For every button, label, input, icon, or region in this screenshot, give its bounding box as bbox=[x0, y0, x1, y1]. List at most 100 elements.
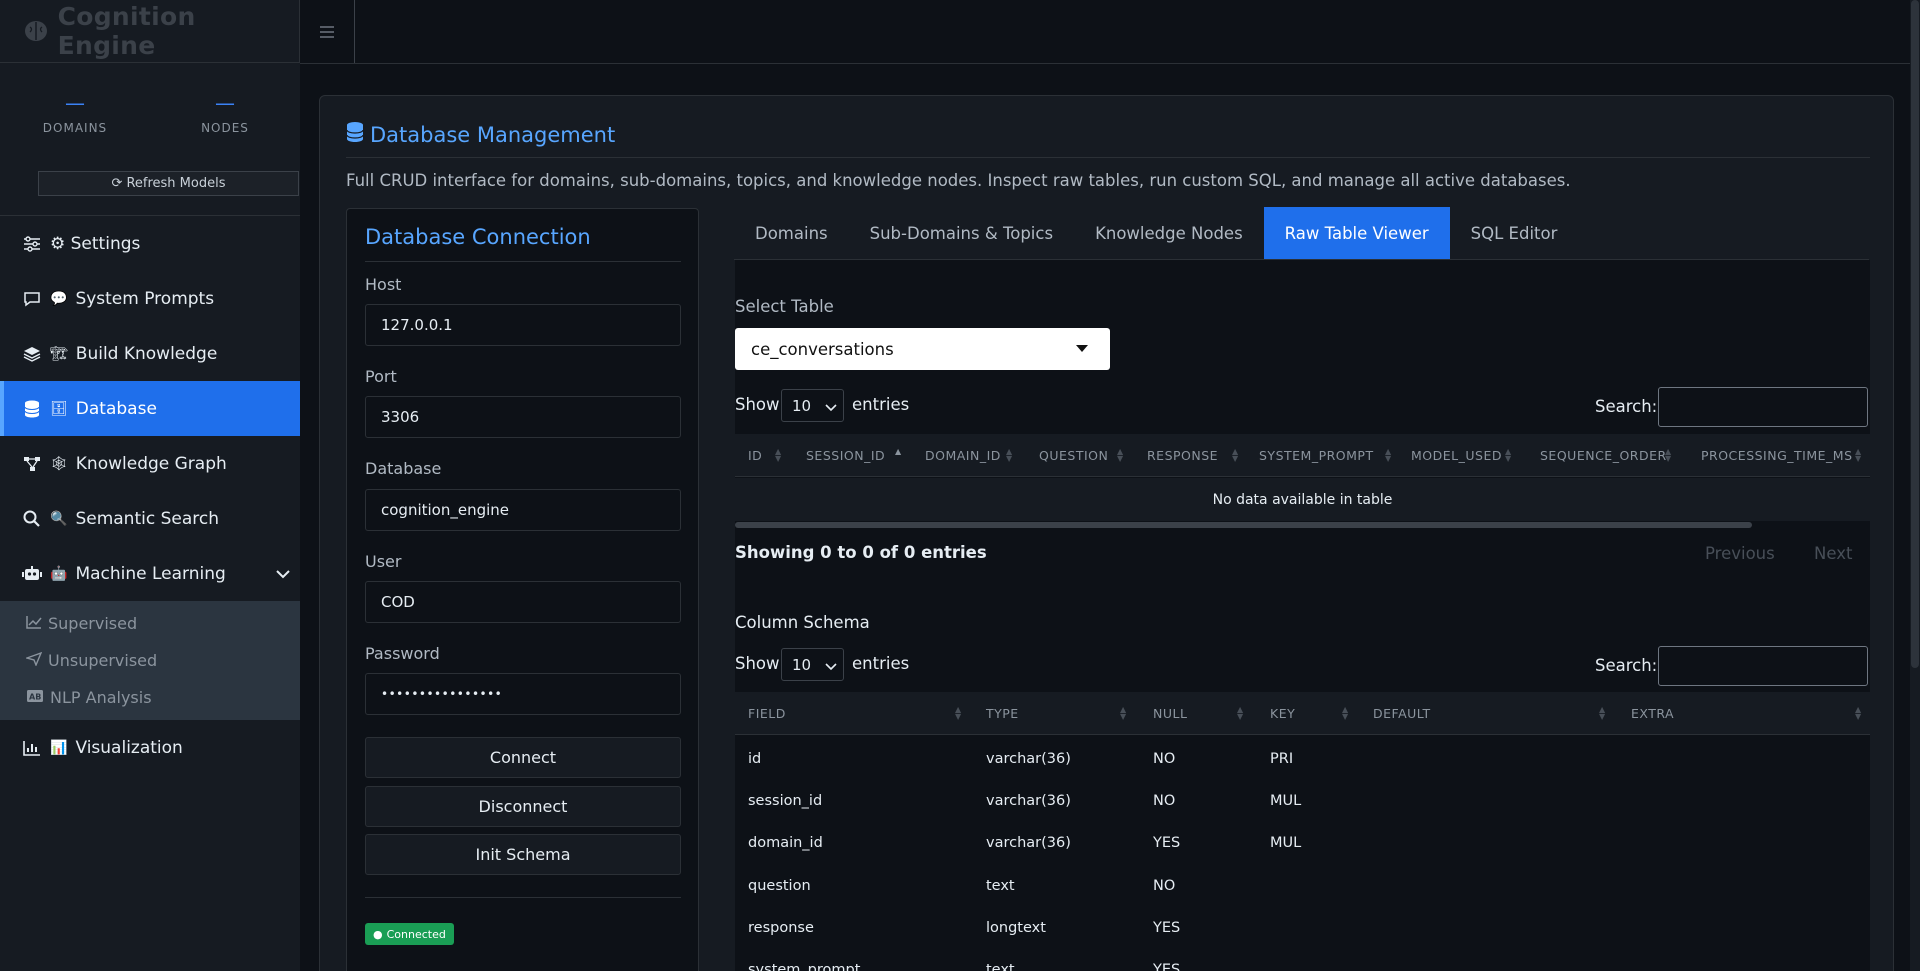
column-header[interactable]: PROCESSING_TIME_MS bbox=[1701, 434, 1853, 477]
sidebar-item-semantic-search[interactable]: 🔍 Semantic Search bbox=[0, 491, 300, 546]
sidebar-item-label: Visualization bbox=[75, 737, 183, 758]
sidebar-subitem-supervised[interactable]: Supervised bbox=[0, 605, 300, 642]
column-header[interactable]: ID bbox=[748, 434, 762, 477]
cell-type: varchar(36) bbox=[986, 793, 1071, 809]
schema-table-header: FIELD ▲ ▼ TYPE ▲ ▼ NULL ▲ ▼ KEY ▲ ▼ DEFAULT ▲ ▼ EX… bbox=[735, 692, 1870, 735]
column-header[interactable]: SESSION_ID bbox=[806, 434, 885, 477]
cell-key: PRI bbox=[1270, 751, 1294, 767]
sort-icon: ▲ ▼ bbox=[775, 447, 782, 463]
brand[interactable]: Cognition Engine bbox=[0, 0, 300, 63]
tab-domains[interactable]: Domains bbox=[734, 207, 849, 259]
previous-page-button[interactable]: Previous bbox=[1705, 544, 1775, 563]
sidebar-item-visualization[interactable]: 📊 Visualization bbox=[0, 720, 300, 775]
cell-field: session_id bbox=[748, 793, 823, 809]
cell-key: MUL bbox=[1270, 835, 1302, 851]
next-page-button[interactable]: Next bbox=[1814, 544, 1852, 563]
init-schema-button[interactable]: Init Schema bbox=[365, 834, 681, 875]
magnifier-icon: 🔍 bbox=[50, 510, 68, 527]
sidebar-item-knowledge-graph[interactable]: 🕸 Knowledge Graph bbox=[0, 436, 300, 491]
construction-icon: 🏗 bbox=[50, 345, 68, 362]
column-header[interactable]: KEY bbox=[1270, 692, 1295, 735]
schema-search-input[interactable] bbox=[1658, 646, 1868, 686]
host-field[interactable]: 127.0.0.1 bbox=[365, 304, 681, 346]
sort-icon: ▲ ▼ bbox=[1117, 447, 1124, 463]
table-scrollbar-thumb[interactable] bbox=[735, 522, 1752, 528]
spider-web-icon: 🕸 bbox=[50, 455, 68, 472]
cell-field: id bbox=[748, 751, 762, 767]
password-field[interactable]: •••••••••••••••• bbox=[365, 673, 681, 715]
page-title-text: Database Management bbox=[370, 122, 616, 147]
sort-icon: ▲ ▼ bbox=[1232, 447, 1239, 463]
port-field[interactable]: 3306 bbox=[365, 396, 681, 438]
disconnect-button[interactable]: Disconnect bbox=[365, 786, 681, 827]
sidebar-subitem-nlp-analysis[interactable]: AB NLP Analysis bbox=[0, 679, 300, 716]
sidebar-toggle-button[interactable] bbox=[300, 0, 355, 63]
tab-raw-table-viewer[interactable]: Raw Table Viewer bbox=[1263, 207, 1450, 259]
sidebar-item-machine-learning[interactable]: 🤖 Machine Learning bbox=[0, 546, 300, 601]
table-horizontal-scrollbar[interactable] bbox=[735, 522, 1870, 528]
column-schema-title: Column Schema bbox=[735, 613, 870, 632]
svg-text:AB: AB bbox=[29, 693, 41, 702]
chart-emoji-icon: 📊 bbox=[50, 739, 68, 756]
password-label: Password bbox=[365, 644, 440, 663]
paper-plane-icon bbox=[24, 651, 43, 670]
user-field[interactable]: COD bbox=[365, 581, 681, 623]
sidebar-item-build-knowledge[interactable]: 🏗 Build Knowledge bbox=[0, 326, 300, 381]
database-field[interactable]: cognition_engine bbox=[365, 489, 681, 531]
page-length-select[interactable]: 10 bbox=[781, 389, 844, 422]
column-header[interactable]: FIELD bbox=[748, 692, 786, 735]
column-header[interactable]: QUESTION bbox=[1039, 434, 1108, 477]
table-select[interactable]: ce_conversations bbox=[735, 328, 1110, 370]
page-scrollbar-thumb[interactable] bbox=[1911, 0, 1919, 668]
status-dot-icon: ● bbox=[373, 927, 383, 941]
brain-icon bbox=[22, 17, 50, 45]
machine-learning-submenu: Supervised Unsupervised AB NLP Analysis bbox=[0, 601, 300, 720]
tab-sql-editor[interactable]: SQL Editor bbox=[1450, 207, 1579, 259]
page-length-value: 10 bbox=[792, 396, 812, 415]
cell-type: varchar(36) bbox=[986, 751, 1071, 767]
raw-table-header: ID ▲ ▼ SESSION_ID ▲ DOMAIN_ID ▲ ▼ QUESTION ▲ ▼ … bbox=[735, 434, 1870, 477]
column-header[interactable]: NULL bbox=[1153, 692, 1187, 735]
column-header[interactable]: TYPE bbox=[986, 692, 1019, 735]
column-header[interactable]: MODEL_USED bbox=[1411, 434, 1502, 477]
connect-button[interactable]: Connect bbox=[365, 737, 681, 778]
sidebar: Cognition Engine — DOMAINS — NODES ⟳ Ref… bbox=[0, 0, 300, 971]
cell-type: text bbox=[986, 878, 1015, 894]
layers-icon bbox=[22, 344, 42, 364]
table-info: Showing 0 to 0 of 0 entries bbox=[735, 543, 987, 562]
show-label: Show bbox=[735, 395, 780, 414]
column-header[interactable]: EXTRA bbox=[1631, 692, 1674, 735]
column-header[interactable]: SEQUENCE_ORDER bbox=[1540, 434, 1667, 477]
column-header[interactable]: DEFAULT bbox=[1373, 692, 1431, 735]
database-tabs: Domains Sub-Domains & Topics Knowledge N… bbox=[734, 207, 1869, 260]
sidebar-item-settings[interactable]: ⚙ Settings bbox=[0, 216, 300, 271]
page-description: Full CRUD interface for domains, sub-dom… bbox=[346, 171, 1571, 190]
cell-field: question bbox=[748, 878, 811, 894]
page-scrollbar[interactable] bbox=[1910, 0, 1920, 971]
connection-footer-divider bbox=[365, 897, 681, 898]
status-badge: ● Connected bbox=[365, 923, 454, 945]
search-input[interactable] bbox=[1658, 387, 1868, 427]
speech-balloon-icon: 💬 bbox=[50, 290, 68, 307]
empty-table-row: No data available in table bbox=[735, 478, 1870, 521]
sidebar-subitem-unsupervised[interactable]: Unsupervised bbox=[0, 642, 300, 679]
refresh-models-button[interactable]: ⟳ Refresh Models bbox=[38, 171, 299, 196]
column-header[interactable]: SYSTEM_PROMPT bbox=[1259, 434, 1374, 477]
column-header[interactable]: RESPONSE bbox=[1147, 434, 1218, 477]
graph-icon bbox=[22, 454, 42, 474]
sidebar-item-database[interactable]: 🗄 Database bbox=[0, 381, 300, 436]
schema-page-length-select[interactable]: 10 bbox=[781, 648, 844, 681]
brand-name: Cognition Engine bbox=[57, 2, 196, 60]
column-header[interactable]: DOMAIN_ID bbox=[925, 434, 1001, 477]
sidebar-item-system-prompts[interactable]: 💬 System Prompts bbox=[0, 271, 300, 326]
line-chart-icon bbox=[26, 614, 42, 633]
refresh-icon: ⟳ bbox=[111, 176, 123, 191]
tab-knowledge-nodes[interactable]: Knowledge Nodes bbox=[1074, 207, 1264, 259]
cell-field: response bbox=[748, 920, 814, 936]
sort-icon: ▲ ▼ bbox=[1855, 447, 1862, 463]
select-table-label: Select Table bbox=[735, 297, 834, 316]
cell-type: longtext bbox=[986, 920, 1046, 936]
tab-sub-domains-topics[interactable]: Sub-Domains & Topics bbox=[849, 207, 1074, 259]
chevron-down-icon[interactable] bbox=[276, 564, 290, 584]
port-label: Port bbox=[365, 367, 397, 386]
